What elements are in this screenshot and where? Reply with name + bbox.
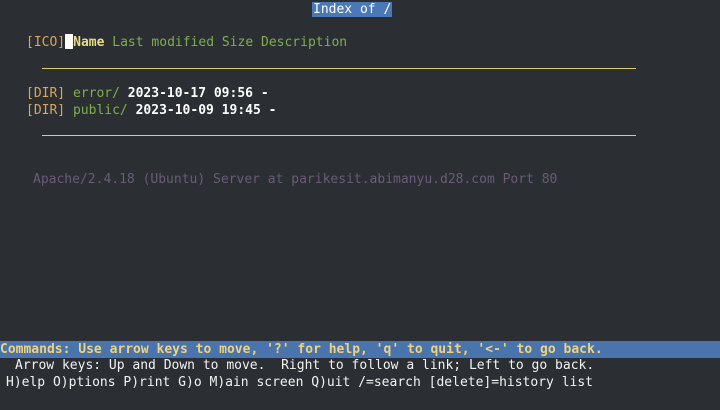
shortcut-keys-help: H)elp O)ptions P)rint G)o M)ain screen Q… (6, 375, 593, 390)
icon-column-header: [ICO] (26, 35, 66, 50)
page-title: Index of / (312, 2, 393, 17)
list-item: [DIR] error/ 2023-10-17 09:56 - (26, 85, 269, 102)
divider-bottom (42, 135, 636, 136)
dir-icon: [DIR] (26, 86, 66, 101)
modified-date: 2023-10-17 09:56 (127, 86, 253, 101)
server-signature: Apache/2.4.18 (Ubuntu) Server at parikes… (33, 172, 558, 187)
directory-link-error[interactable]: error/ (73, 86, 120, 101)
list-item: [DIR] public/ 2023-10-09 19:45 - (26, 102, 276, 119)
command-bar-text: Commands: Use arrow keys to move, '?' fo… (0, 342, 603, 357)
last-modified-column-link[interactable]: Last modified (112, 35, 214, 50)
name-column-link[interactable]: Name (73, 35, 104, 50)
arrow-keys-help: Arrow keys: Up and Down to move. Right t… (15, 358, 595, 373)
text-cursor (65, 34, 74, 49)
modified-date: 2023-10-09 19:45 (135, 103, 261, 118)
dir-icon: [DIR] (26, 103, 66, 118)
file-size: - (260, 86, 269, 101)
directory-link-public[interactable]: public/ (73, 103, 128, 118)
size-column-link[interactable]: Size (222, 35, 253, 50)
command-bar: Commands: Use arrow keys to move, '?' fo… (0, 341, 720, 358)
listing-header: [ICO] Name Last modified Size Description (26, 34, 347, 51)
description-column-link[interactable]: Description (261, 35, 347, 50)
divider-top (42, 68, 636, 69)
file-size: - (268, 103, 277, 118)
